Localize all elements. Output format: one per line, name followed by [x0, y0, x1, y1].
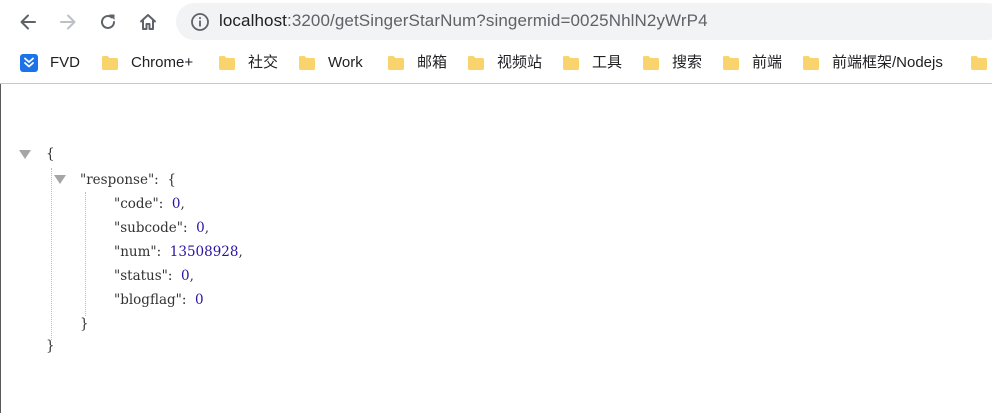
bookmark-folder-work[interactable]: Work	[298, 52, 363, 74]
folder-icon	[723, 56, 739, 70]
home-button[interactable]	[132, 6, 164, 38]
folder-icon	[971, 56, 987, 70]
bookmark-label: Chrome+	[131, 54, 194, 71]
bookmark-label: 前端框架/Nodejs	[832, 54, 943, 71]
bookmark-label: 邮箱	[417, 54, 448, 71]
indent-guide	[85, 192, 86, 316]
bookmark-folder-frameworks[interactable]: 前端框架/Nodejs	[802, 52, 943, 74]
json-number-value: 0	[196, 220, 205, 236]
bookmark-folder-frontend[interactable]: 前端	[722, 52, 782, 74]
browser-toolbar: localhost:3200/getSingerStarNum?singermi…	[0, 0, 992, 44]
collapse-root-caret[interactable]	[19, 150, 31, 159]
url-host: localhost	[219, 11, 287, 30]
json-field-row: "num": 13508928,	[114, 240, 243, 264]
collapse-response-caret[interactable]	[54, 175, 66, 184]
json-viewer: { "response": { "code": 0, "subcode": 0,…	[0, 84, 992, 413]
json-number-value: 0	[181, 268, 190, 284]
json-field-row: "blogflag": 0	[114, 288, 204, 312]
bookmark-folder-video[interactable]: 视频站	[467, 52, 542, 74]
json-field-row: "subcode": 0,	[114, 216, 209, 240]
json-separator: ,	[204, 220, 210, 236]
bookmark-label: FVD	[50, 54, 80, 71]
back-arrow-icon	[20, 14, 36, 30]
folder-icon	[299, 56, 315, 70]
json-field-row: "status": 0,	[114, 264, 194, 288]
bookmark-label: 社交	[248, 54, 279, 71]
address-bar[interactable]: localhost:3200/getSingerStarNum?singermi…	[176, 3, 992, 40]
json-response-close: }	[80, 316, 89, 332]
forward-arrow-icon	[60, 14, 76, 30]
json-root-open: {	[46, 146, 55, 162]
bookmark-label: 搜索	[672, 54, 703, 71]
bookmark-label: 工具	[592, 54, 623, 71]
json-key: "status":	[114, 268, 173, 284]
json-number-value: 13508928	[169, 244, 239, 260]
bookmark-folder-mail[interactable]: 邮箱	[387, 52, 447, 74]
bookmark-folder-tools[interactable]: 工具	[562, 52, 622, 74]
bookmark-label: Work	[328, 54, 363, 71]
bookmarks-bar: FVD Chrome+ 社交 Work 邮箱 视频站 工具 搜索 前端 前端框架…	[0, 44, 992, 84]
json-key: "code":	[114, 196, 164, 212]
json-field-row: "code": 0,	[114, 192, 185, 216]
json-number-value: 0	[195, 292, 204, 308]
folder-icon	[388, 56, 404, 70]
url-path: :3200/getSingerStarNum?singermid=0025Nhl…	[287, 11, 708, 30]
folder-icon	[643, 56, 659, 70]
fvd-download-icon	[20, 54, 38, 72]
reload-button[interactable]	[92, 6, 124, 38]
json-key: "blogflag":	[114, 292, 187, 308]
folder-icon	[803, 56, 819, 70]
bookmark-folder-overflow[interactable]	[970, 52, 992, 74]
json-separator: ,	[189, 268, 194, 284]
bookmark-folder-social[interactable]: 社交	[218, 52, 278, 74]
forward-button[interactable]	[52, 6, 84, 38]
home-icon	[140, 14, 156, 30]
json-response-line: "response": {	[80, 168, 176, 192]
json-key: "subcode":	[114, 220, 188, 236]
bookmark-folder-search[interactable]: 搜索	[642, 52, 702, 74]
bookmark-fvd[interactable]: FVD	[20, 52, 80, 74]
folder-icon	[102, 56, 118, 70]
reload-icon	[101, 14, 115, 29]
indent-guide	[51, 168, 52, 340]
json-key: "response":	[80, 172, 159, 188]
json-separator: ,	[238, 244, 243, 260]
folder-icon	[219, 56, 235, 70]
folder-icon	[563, 56, 579, 70]
back-button[interactable]	[12, 6, 44, 38]
json-separator: ,	[180, 196, 185, 212]
bookmark-label: 前端	[752, 54, 783, 71]
json-root-close: }	[46, 338, 55, 354]
url-text[interactable]: localhost:3200/getSingerStarNum?singermi…	[219, 10, 708, 32]
bookmark-label: 视频站	[497, 54, 543, 71]
folder-icon	[468, 56, 484, 70]
json-key: "num":	[114, 244, 162, 260]
site-info-icon[interactable]	[190, 12, 210, 32]
bookmark-folder-chrome-plus[interactable]: Chrome+	[101, 52, 193, 74]
json-brace: {	[167, 172, 176, 188]
